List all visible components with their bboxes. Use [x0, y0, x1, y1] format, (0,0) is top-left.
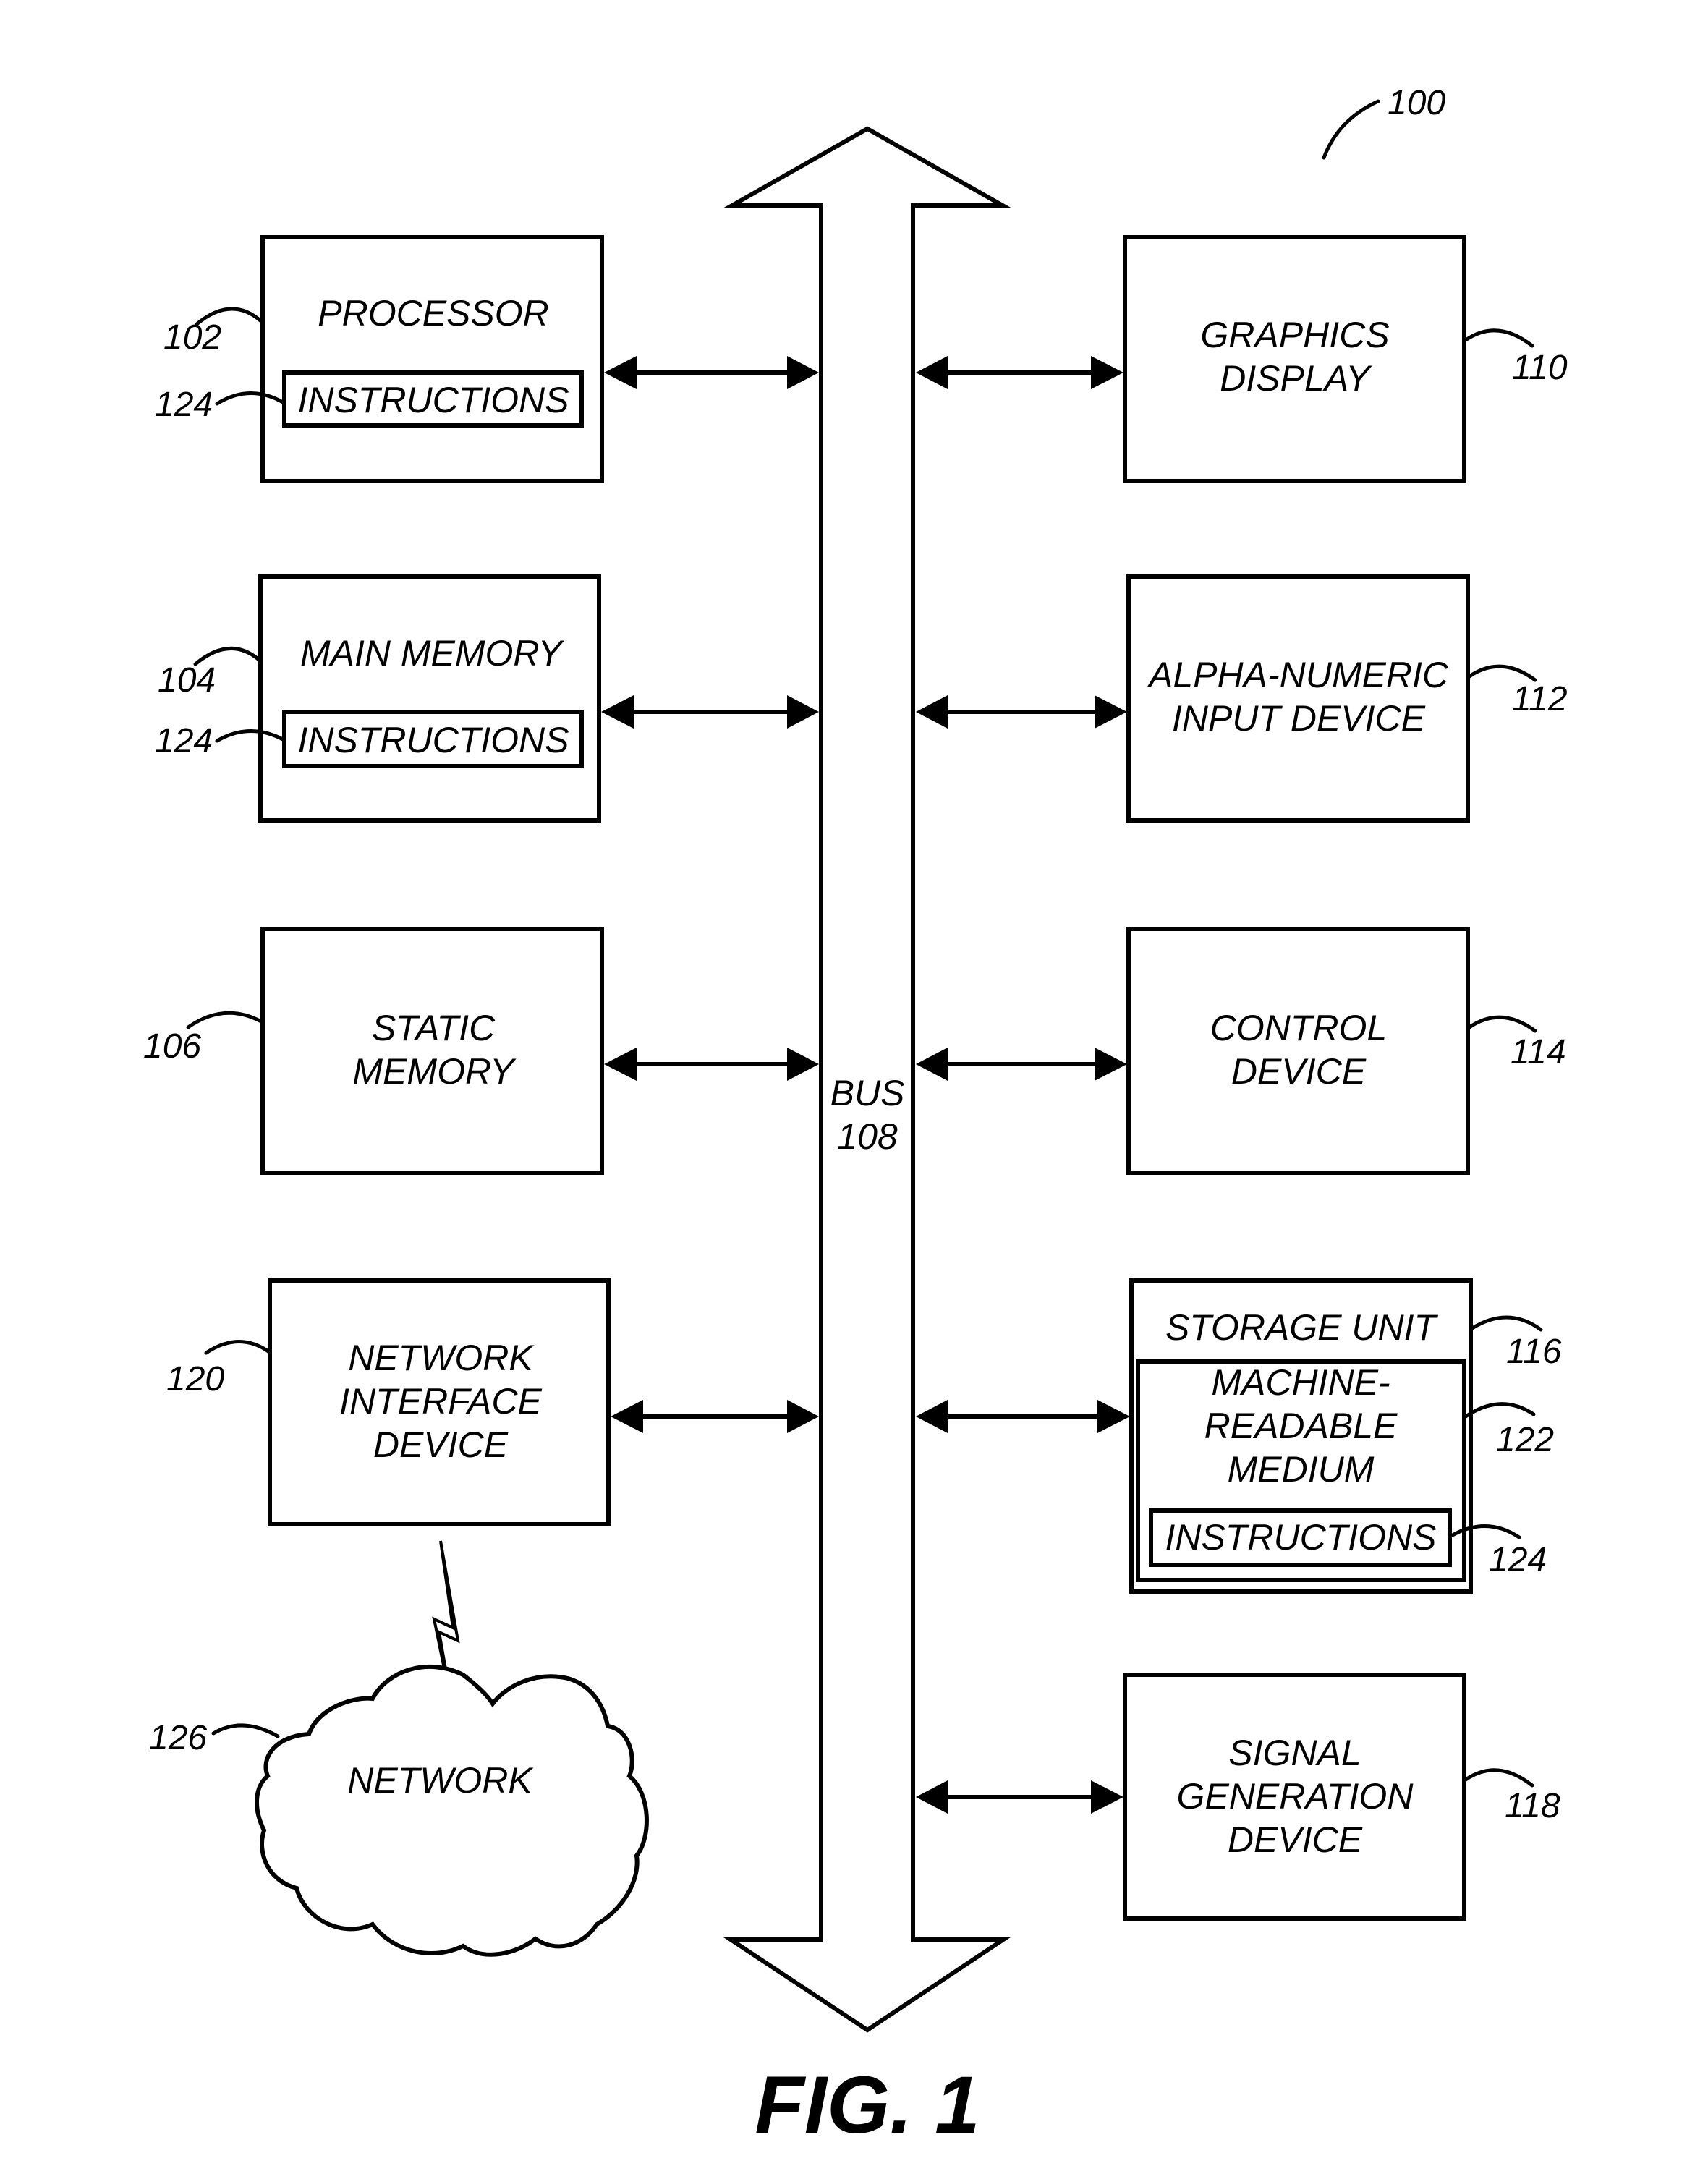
- control-device-ref: 114: [1511, 1033, 1566, 1071]
- control-device-bus-connector: [916, 1048, 1127, 1081]
- signal-generation-label-line3: DEVICE: [1228, 1819, 1363, 1860]
- bus-ref: 108: [837, 1116, 898, 1157]
- main-memory-label: MAIN MEMORY: [300, 633, 565, 674]
- graphics-display-ref: 110: [1512, 349, 1568, 387]
- static-memory-ref-leader: [186, 1011, 263, 1029]
- medium-label-line3: MEDIUM: [1228, 1449, 1375, 1490]
- storage-unit-ref-leader: [1470, 1315, 1543, 1332]
- alphanumeric-input-block: ALPHA-NUMERIC INPUT DEVICE 112: [1126, 574, 1568, 823]
- alphanumeric-input-ref-leader: [1467, 664, 1537, 682]
- processor-label: PROCESSOR: [318, 293, 549, 334]
- signal-generation-block: SIGNAL GENERATION DEVICE 118: [1123, 1673, 1560, 1921]
- computer-system-diagram: 100 BUS 108 PROCESSOR INSTRUCTIONS 102 1…: [143, 84, 1568, 2150]
- system-ref-leader: [1322, 99, 1380, 160]
- network-ref: 126: [149, 1719, 207, 1757]
- network-interface-label-line3: DEVICE: [373, 1424, 509, 1465]
- static-memory-label-line2: MEMORY: [352, 1051, 517, 1092]
- network-interface-ref-leader: [204, 1340, 271, 1355]
- medium-ref-leader: [1463, 1402, 1536, 1419]
- graphics-display-ref-leader: [1463, 328, 1534, 348]
- main-memory-bus-connector: [601, 695, 819, 729]
- static-memory-label-line1: STATIC: [372, 1008, 496, 1048]
- control-device-ref-leader: [1467, 1015, 1537, 1033]
- network-cloud: NETWORK 126: [149, 1664, 649, 1957]
- alphanumeric-input-label-line1: ALPHA-NUMERIC: [1147, 655, 1449, 695]
- main-memory-box: [258, 574, 601, 823]
- figure-caption: FIG. 1: [755, 2060, 980, 2150]
- control-device-label-line1: CONTROL: [1210, 1008, 1387, 1048]
- bus-label: BUS: [830, 1073, 905, 1113]
- storage-unit-block: STORAGE UNIT 116 MACHINE- READABLE MEDIU…: [1129, 1278, 1562, 1594]
- static-memory-block: STATIC MEMORY 106: [143, 927, 604, 1175]
- medium-ref: 122: [1496, 1421, 1554, 1459]
- main-memory-instructions-ref: 124: [155, 722, 213, 760]
- main-memory-ref: 104: [158, 661, 216, 700]
- network-interface-label-line2: INTERFACE: [339, 1381, 542, 1422]
- system-ref-label: 100: [1388, 84, 1445, 122]
- processor-box: [260, 235, 604, 483]
- network-interface-ref: 120: [166, 1360, 224, 1398]
- static-memory-ref: 106: [143, 1027, 201, 1066]
- control-device-block: CONTROL DEVICE 114: [1126, 927, 1566, 1175]
- control-device-label-line2: DEVICE: [1231, 1051, 1367, 1092]
- processor-bus-connector: [604, 356, 819, 389]
- graphics-display-bus-connector: [916, 356, 1123, 389]
- signal-generation-label-line2: GENERATION: [1177, 1776, 1414, 1817]
- storage-unit-label: STORAGE UNIT: [1165, 1307, 1439, 1348]
- network-interface-block: NETWORK INTERFACE DEVICE 120: [166, 1278, 611, 1526]
- graphics-display-label-line1: GRAPHICS: [1200, 315, 1389, 355]
- signal-generation-ref: 118: [1505, 1787, 1560, 1825]
- storage-instructions-ref: 124: [1489, 1541, 1547, 1579]
- storage-unit-bus-connector: [916, 1400, 1130, 1433]
- main-memory-instructions-label: INSTRUCTIONS: [298, 720, 569, 760]
- storage-unit-ref: 116: [1506, 1333, 1562, 1371]
- cloud-icon: [255, 1664, 649, 1957]
- main-memory-block: MAIN MEMORY INSTRUCTIONS 104 124: [155, 574, 601, 823]
- medium-label-line1: MACHINE-: [1211, 1362, 1390, 1403]
- alphanumeric-input-bus-connector: [916, 695, 1127, 729]
- signal-generation-bus-connector: [916, 1780, 1123, 1814]
- network-ref-leader: [211, 1723, 280, 1738]
- processor-instructions-label: INSTRUCTIONS: [298, 380, 569, 420]
- static-memory-bus-connector: [604, 1048, 819, 1081]
- alphanumeric-input-ref: 112: [1512, 680, 1568, 718]
- signal-generation-label-line1: SIGNAL: [1228, 1733, 1361, 1773]
- graphics-display-block: GRAPHICS DISPLAY 110: [1123, 235, 1568, 483]
- network-interface-bus-connector: [611, 1400, 819, 1433]
- storage-instructions-label: INSTRUCTIONS: [1165, 1517, 1437, 1558]
- processor-block: PROCESSOR INSTRUCTIONS 102 124: [155, 235, 604, 483]
- network-label: NETWORK: [347, 1760, 534, 1801]
- signal-generation-ref-leader: [1463, 1768, 1534, 1788]
- processor-ref: 102: [163, 318, 221, 357]
- graphics-display-label-line2: DISPLAY: [1220, 358, 1372, 399]
- processor-instructions-ref: 124: [155, 386, 213, 424]
- network-interface-label-line1: NETWORK: [348, 1338, 535, 1378]
- alphanumeric-input-label-line2: INPUT DEVICE: [1172, 698, 1426, 739]
- medium-label-line2: READABLE: [1204, 1406, 1398, 1446]
